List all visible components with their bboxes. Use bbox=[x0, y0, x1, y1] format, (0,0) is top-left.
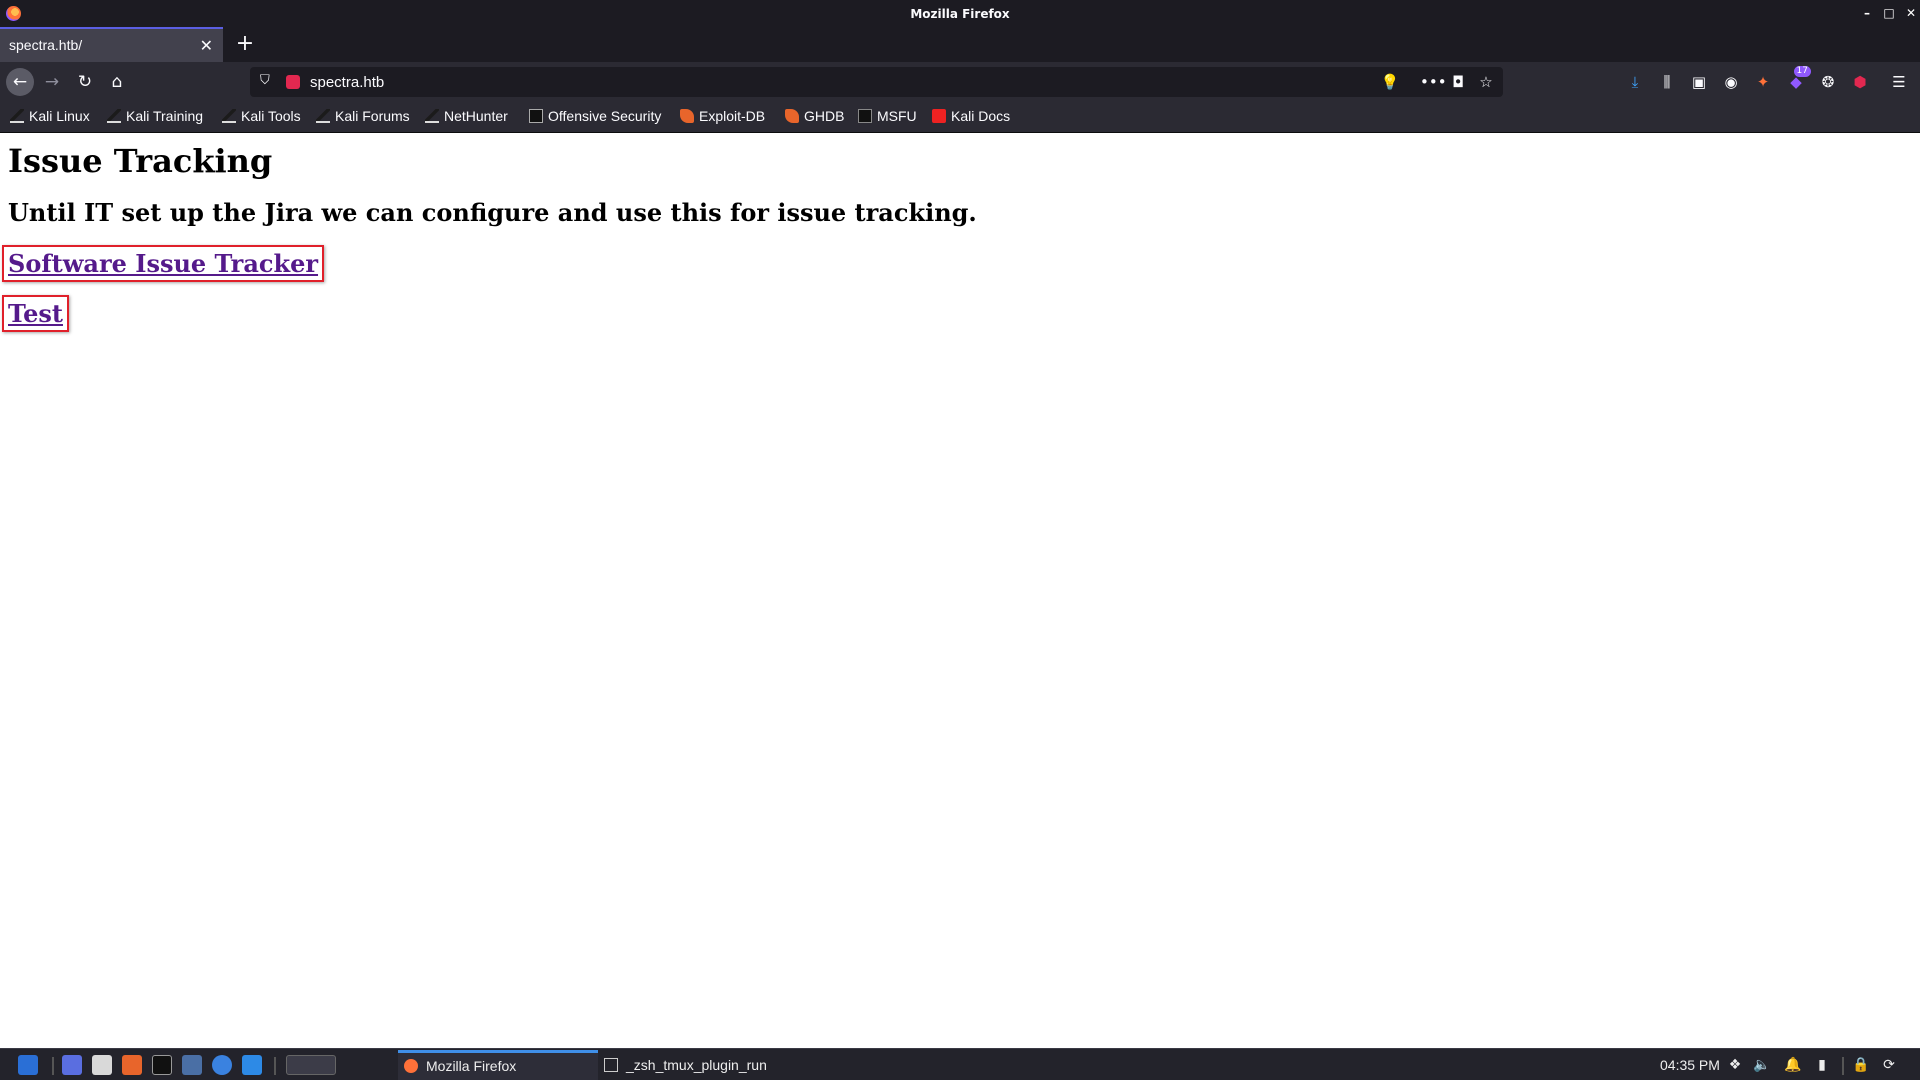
taskbar-window-terminal[interactable]: _zsh_tmux_plugin_run bbox=[598, 1050, 798, 1080]
pocket-icon[interactable]: ◘ bbox=[1448, 72, 1468, 92]
extension-badge: 17 bbox=[1793, 66, 1811, 77]
bookmark-label: Kali Tools bbox=[241, 108, 301, 124]
bookmark-star-icon[interactable]: ☆ bbox=[1476, 72, 1496, 92]
show-desktop-icon[interactable] bbox=[62, 1055, 82, 1075]
exploit-db-icon bbox=[785, 109, 799, 123]
forward-button[interactable]: → bbox=[38, 68, 66, 96]
exploit-db-icon bbox=[680, 109, 694, 123]
volume-icon[interactable]: 🔈 bbox=[1753, 1056, 1771, 1074]
kali-dragon-icon bbox=[316, 109, 330, 123]
taskbar-separator bbox=[52, 1057, 54, 1075]
address-bar[interactable]: ⛉ spectra.htb 💡 ••• ◘ ☆ bbox=[250, 67, 1503, 97]
firefox-logo-icon bbox=[404, 1059, 418, 1073]
taskbar-window-label: Mozilla Firefox bbox=[426, 1058, 517, 1074]
kali-dragon-icon bbox=[425, 109, 439, 123]
new-tab-button[interactable]: + bbox=[231, 30, 259, 58]
bookmark-label: Kali Forums bbox=[335, 108, 410, 124]
home-button[interactable]: ⌂ bbox=[103, 68, 131, 96]
bookmark-msfu[interactable]: MSFU bbox=[858, 108, 917, 126]
page-actions-more-icon[interactable]: ••• bbox=[1420, 72, 1447, 92]
offsec-icon bbox=[529, 109, 543, 123]
bookmark-label: Kali Linux bbox=[29, 108, 90, 124]
tracking-protection-shield-icon[interactable]: ⛉ bbox=[260, 73, 274, 89]
url-text[interactable]: spectra.htb bbox=[310, 74, 384, 91]
power-manager-icon[interactable]: ▮ bbox=[1813, 1056, 1831, 1074]
tab-strip: spectra.htb/ ✕ + bbox=[0, 27, 1920, 62]
dropbox-icon[interactable]: ❖ bbox=[1726, 1056, 1744, 1074]
logout-icon[interactable]: ⟳ bbox=[1880, 1056, 1898, 1074]
annotation-box: Test bbox=[2, 295, 69, 332]
taskbar-window-firefox[interactable]: Mozilla Firefox bbox=[398, 1050, 598, 1080]
maximize-icon[interactable]: □ bbox=[1882, 6, 1896, 20]
offsec-icon bbox=[858, 109, 872, 123]
file-manager-icon[interactable] bbox=[92, 1055, 112, 1075]
bookmark-ghdb[interactable]: GHDB bbox=[785, 108, 844, 126]
tab-spectra[interactable]: spectra.htb/ ✕ bbox=[0, 27, 223, 62]
bookmark-label: Offensive Security bbox=[548, 108, 662, 124]
foxyproxy-icon[interactable]: ✦ bbox=[1752, 71, 1774, 93]
software-issue-tracker-link[interactable]: Software Issue Tracker bbox=[8, 249, 318, 278]
kali-menu-icon[interactable] bbox=[18, 1055, 38, 1075]
bookmark-nethunter[interactable]: NetHunter bbox=[425, 108, 508, 126]
bookmark-kali-docs[interactable]: Kali Docs bbox=[932, 108, 1010, 126]
firefox-launcher-icon[interactable] bbox=[286, 1055, 336, 1075]
page-subheading: Until IT set up the Jira we can configur… bbox=[8, 198, 977, 227]
insecure-connection-icon[interactable] bbox=[286, 75, 300, 89]
bookmark-kali-tools[interactable]: Kali Tools bbox=[222, 108, 301, 126]
kali-docs-icon bbox=[932, 109, 946, 123]
close-window-icon[interactable]: ✕ bbox=[1904, 6, 1918, 20]
bookmark-label: Kali Docs bbox=[951, 108, 1011, 124]
bookmark-label: Exploit-DB bbox=[699, 108, 766, 124]
minimize-icon[interactable]: – bbox=[1860, 6, 1874, 20]
bookmark-kali-training[interactable]: Kali Training bbox=[107, 108, 203, 126]
taskbar-window-label: _zsh_tmux_plugin_run bbox=[626, 1057, 767, 1073]
annotation-box: Software Issue Tracker bbox=[2, 245, 325, 282]
lock-screen-icon[interactable]: 🔒 bbox=[1852, 1056, 1870, 1074]
library-icon[interactable]: ⫼ bbox=[1656, 71, 1678, 93]
back-button[interactable]: ← bbox=[6, 68, 34, 96]
bookmarks-toolbar: Kali Linux Kali Training Kali Tools Kali… bbox=[0, 100, 1920, 133]
reload-button[interactable]: ↻ bbox=[71, 68, 99, 96]
vscode-icon[interactable] bbox=[242, 1055, 262, 1075]
bookmark-exploit-db[interactable]: Exploit-DB bbox=[680, 108, 765, 126]
bookmark-kali-linux[interactable]: Kali Linux bbox=[10, 108, 90, 126]
downloads-icon[interactable]: ⤓ bbox=[1624, 71, 1646, 93]
page-heading: Issue Tracking bbox=[8, 142, 273, 180]
tab-title: spectra.htb/ bbox=[9, 37, 83, 53]
test-link[interactable]: Test bbox=[8, 299, 63, 328]
page-content: Issue Tracking Until IT set up the Jira … bbox=[0, 134, 1920, 1048]
bookmark-label: MSFU bbox=[877, 108, 917, 124]
kali-dragon-icon bbox=[222, 109, 236, 123]
terminal-icon bbox=[604, 1058, 618, 1072]
chromium-icon[interactable] bbox=[212, 1055, 232, 1075]
kali-dragon-icon bbox=[107, 109, 121, 123]
window-title: Mozilla Firefox bbox=[910, 7, 1010, 21]
kali-dragon-icon bbox=[10, 109, 24, 123]
extension-icon[interactable]: ◆ 17 bbox=[1785, 66, 1811, 93]
taskbar-separator bbox=[274, 1057, 276, 1075]
sidebar-icon[interactable]: ▣ bbox=[1688, 71, 1710, 93]
bookmark-label: NetHunter bbox=[444, 108, 508, 124]
notifications-icon[interactable]: 🔔 bbox=[1784, 1056, 1802, 1074]
bookmark-kali-forums[interactable]: Kali Forums bbox=[316, 108, 410, 126]
hamburger-menu-icon[interactable]: ☰ bbox=[1888, 71, 1910, 93]
bookmark-offensive-security[interactable]: Offensive Security bbox=[529, 108, 661, 126]
ublock-icon[interactable]: ⬢ bbox=[1849, 71, 1871, 93]
navigation-toolbar: ← → ↻ ⌂ ⛉ spectra.htb 💡 ••• ◘ ☆ ⤓ ⫼ ▣ ◉ … bbox=[0, 62, 1920, 100]
account-icon[interactable]: ◉ bbox=[1720, 71, 1742, 93]
bookmark-label: Kali Training bbox=[126, 108, 204, 124]
taskbar-separator bbox=[1842, 1057, 1844, 1075]
terminal-icon[interactable] bbox=[152, 1055, 172, 1075]
burpsuite-icon[interactable] bbox=[122, 1055, 142, 1075]
bookmark-label: GHDB bbox=[804, 108, 845, 124]
remote-desktop-icon[interactable] bbox=[182, 1055, 202, 1075]
close-tab-icon[interactable]: ✕ bbox=[200, 36, 213, 55]
lightbulb-icon[interactable]: 💡 bbox=[1380, 72, 1400, 92]
window-titlebar: Mozilla Firefox – □ ✕ bbox=[0, 0, 1920, 27]
cookie-editor-icon[interactable]: ❂ bbox=[1817, 71, 1839, 93]
taskbar: Mozilla Firefox _zsh_tmux_plugin_run 04:… bbox=[0, 1048, 1920, 1080]
clock[interactable]: 04:35 PM bbox=[1660, 1057, 1720, 1073]
